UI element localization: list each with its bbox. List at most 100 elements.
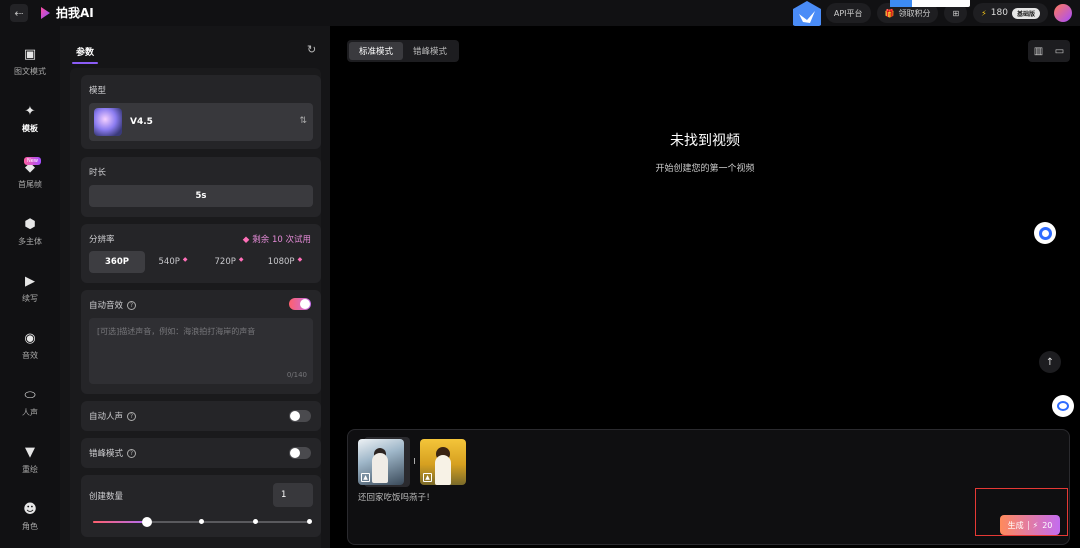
- gem-icon: ◆: [297, 255, 303, 263]
- duration-label: 时长: [89, 168, 107, 178]
- nav-item-continue[interactable]: ▶ 续写: [0, 273, 60, 317]
- reset-icon[interactable]: ↻: [307, 43, 316, 56]
- peak-mode-label: 错峰模式?: [89, 447, 137, 459]
- gem-icon: ◆: [182, 255, 188, 263]
- trial-note: ◆ 剩余 10 次试用: [243, 233, 311, 245]
- tab-peak-mode[interactable]: 错峰模式: [403, 42, 457, 60]
- back-arrow-icon: ⇠: [14, 6, 24, 20]
- quantity-card: 创建数量 1: [81, 475, 321, 537]
- quantity-label: 创建数量: [89, 492, 124, 502]
- scroll-top-button[interactable]: ↑: [1039, 351, 1061, 373]
- chat-support-button[interactable]: [1052, 395, 1074, 417]
- highlight-box: [975, 488, 1068, 536]
- image-icon: ▣: [23, 46, 37, 62]
- layout-switch: ▥ ▭: [1028, 40, 1070, 62]
- auto-voice-toggle[interactable]: [289, 410, 311, 422]
- gem-icon: ◆: [238, 255, 244, 263]
- slider-fill: [93, 521, 147, 523]
- cube-icon: ⬢: [24, 216, 36, 232]
- main-area: 标准模式 错峰模式 ▥ ▭ 未找到视频 开始创建您的第一个视频 ↑ ▲ ▲ 还回…: [330, 26, 1080, 548]
- tab-standard-mode[interactable]: 标准模式: [349, 42, 404, 60]
- resolution-option-label: 720P: [214, 257, 236, 267]
- prompt-composer: ▲ ▲ 还回家吃饭吗燕子！ 生成 ⚡ 20: [347, 429, 1070, 545]
- sparkle-icon: ✦: [24, 103, 36, 119]
- resolution-options: 360P 540P ◆ 720P ◆ 1080P ◆: [89, 251, 313, 273]
- avatar[interactable]: [1054, 4, 1072, 22]
- chat-icon: [1057, 401, 1069, 411]
- auto-sound-toggle[interactable]: [289, 298, 311, 310]
- tab-underline: [72, 62, 98, 64]
- nav-label: 图文模式: [14, 67, 46, 76]
- resolution-label: 分辨率: [89, 235, 115, 245]
- prompt-input[interactable]: 还回家吃饭吗燕子！: [358, 491, 435, 503]
- nav-item-first-last-frame[interactable]: New ◆ 首尾帧: [0, 157, 60, 203]
- nav-label: 模板: [22, 124, 38, 133]
- play-frame-icon: ▶: [25, 273, 35, 289]
- grid-layout-icon[interactable]: ▥: [1034, 46, 1043, 57]
- nav-label: 首尾帧: [18, 180, 42, 189]
- duration-button[interactable]: 5s: [89, 185, 313, 207]
- resolution-card: 分辨率 ◆ 剩余 10 次试用 360P 540P ◆ 720P ◆ 1080P ◆: [81, 224, 321, 283]
- resolution-720p[interactable]: 720P ◆: [201, 251, 257, 273]
- credits-button[interactable]: ⚡ 180 基础版: [973, 3, 1048, 23]
- sound-description-input[interactable]: [可选]描述声音，例如：海浪拍打海岸的声音 0/140: [89, 318, 313, 384]
- model-card: 模型 V4.5 ⇅: [81, 75, 321, 149]
- params-body: 模型 V4.5 ⇅ 时长 5s 分辨率 ◆ 剩余 10 次试用 360P 540P…: [70, 68, 321, 548]
- reference-image-1[interactable]: ▲: [358, 439, 404, 485]
- assistant-button[interactable]: [1034, 222, 1056, 244]
- auto-voice-text: 自动人声: [89, 412, 124, 422]
- app-logo[interactable]: 拍我AI: [40, 4, 94, 21]
- nav-item-redraw[interactable]: ▼ 重绘: [0, 444, 60, 488]
- arrow-up-icon: ↑: [1045, 356, 1055, 368]
- model-selector[interactable]: V4.5 ⇅: [89, 103, 313, 141]
- plan-badge: 基础版: [1011, 7, 1040, 19]
- peak-mode-text: 错峰模式: [89, 449, 124, 459]
- duration-card: 时长 5s: [81, 157, 321, 217]
- auto-sound-text: 自动音效: [89, 301, 124, 311]
- new-tag: New: [24, 157, 41, 165]
- resolution-540p[interactable]: 540P ◆: [145, 251, 201, 273]
- quantity-input[interactable]: 1: [273, 483, 313, 507]
- reference-image-2[interactable]: ▲: [420, 439, 466, 485]
- trial-text: 剩余 10 次试用: [252, 235, 311, 245]
- nav-label: 人声: [22, 408, 38, 417]
- top-bar: ⇠ 拍我AI API平台 🎁 领取积分 ⊞ ⚡ 180 基础版: [0, 0, 1080, 33]
- back-button[interactable]: ⇠: [10, 4, 28, 22]
- nav-item-character[interactable]: ☻ 角色: [0, 501, 60, 545]
- image-icon: ▲: [423, 473, 432, 482]
- slider-thumb[interactable]: [142, 517, 152, 527]
- nav-item-image-text[interactable]: ▣ 图文模式: [0, 46, 60, 90]
- help-icon[interactable]: ?: [127, 412, 137, 421]
- banner-chip: [890, 0, 970, 7]
- quantity-slider[interactable]: [93, 517, 312, 527]
- resolution-1080p[interactable]: 1080P ◆: [257, 251, 313, 273]
- grid-icon: ⊞: [952, 8, 960, 18]
- gift-label: 领取积分: [898, 8, 931, 18]
- char-count: 0/140: [286, 371, 307, 379]
- nav-item-sound-effect[interactable]: ◉ 音效: [0, 330, 60, 374]
- mode-tabs: 标准模式 错峰模式: [347, 40, 460, 62]
- tune-icon: ⇅: [299, 116, 307, 126]
- resolution-option-label: 1080P: [267, 257, 295, 267]
- tab-params[interactable]: 参数: [76, 45, 94, 58]
- nav-label: 角色: [22, 522, 38, 531]
- empty-title: 未找到视频: [670, 133, 740, 149]
- sound-placeholder: [可选]描述声音，例如：海浪拍打海岸的声音: [97, 327, 256, 336]
- nav-label: 续写: [22, 294, 38, 303]
- nav-item-multi-subject[interactable]: ⬢ 多主体: [0, 216, 60, 260]
- api-platform-button[interactable]: API平台: [825, 3, 871, 23]
- credits-value: 180: [990, 8, 1008, 18]
- lips-icon: ⬭: [24, 387, 36, 403]
- help-icon[interactable]: ?: [127, 449, 137, 458]
- peak-mode-toggle[interactable]: [289, 447, 311, 459]
- list-layout-icon[interactable]: ▭: [1055, 46, 1064, 57]
- auto-voice-card: 自动人声?: [81, 401, 321, 431]
- brush-icon: ▼: [25, 444, 35, 460]
- help-icon[interactable]: ?: [127, 301, 137, 310]
- auto-sound-label: 自动音效?: [89, 299, 137, 311]
- nav-item-template[interactable]: ✦ 模板: [0, 103, 60, 147]
- empty-subtitle: 开始创建您的第一个视频: [655, 164, 755, 174]
- nav-item-voice[interactable]: ⬭ 人声: [0, 387, 60, 431]
- slider-step: [253, 519, 258, 524]
- resolution-360p[interactable]: 360P: [89, 251, 145, 273]
